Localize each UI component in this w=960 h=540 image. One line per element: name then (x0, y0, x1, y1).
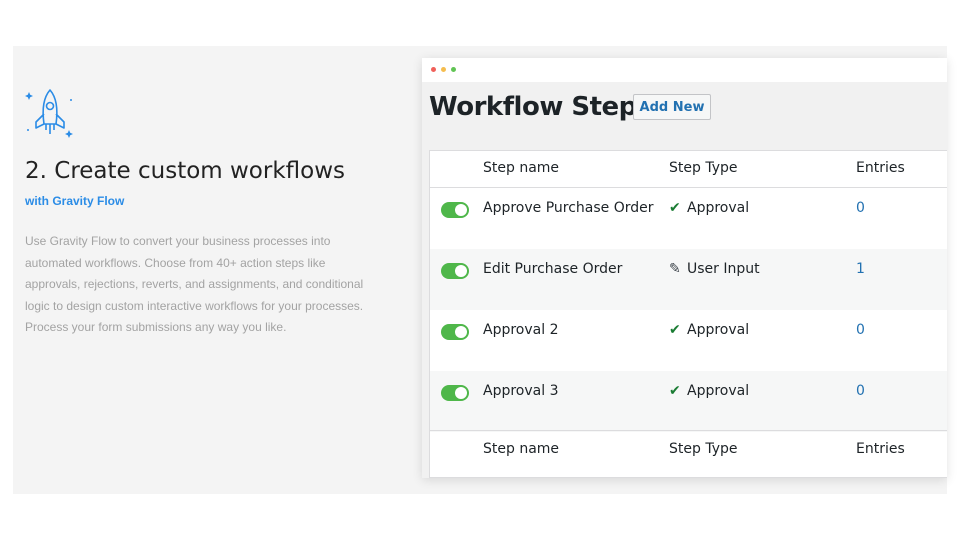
description-line: approvals, rejections, reverts, and assi… (25, 277, 364, 291)
checkmark-icon: ✔ (669, 200, 681, 216)
step-type-label: User Input (687, 261, 760, 277)
column-step-name[interactable]: Step name (483, 160, 559, 176)
step-type: ✔ Approval (669, 383, 749, 399)
column-step-name[interactable]: Step name (483, 441, 559, 457)
section-description: Use Gravity Flow to convert your busines… (25, 231, 415, 339)
table-row: Approval 3 ✔ Approval 0 (430, 371, 947, 432)
minimize-dot[interactable] (441, 67, 446, 72)
section-subheading: with Gravity Flow (25, 194, 125, 208)
entries-count-link[interactable]: 0 (856, 383, 865, 399)
entries-count-link[interactable]: 0 (856, 322, 865, 338)
page-content: Workflow Steps Add New Step name Step Ty… (422, 82, 947, 478)
close-dot[interactable] (431, 67, 436, 72)
table-row: Approval 2 ✔ Approval 0 (430, 310, 947, 371)
step-toggle[interactable] (441, 202, 469, 218)
step-type-label: Approval (687, 322, 750, 338)
description-line: logic to design custom interactive workf… (25, 298, 364, 313)
table-footer: Step name Step Type Entries (430, 430, 947, 471)
step-type-label: Approval (687, 383, 750, 399)
step-name-link[interactable]: Approval 2 (483, 322, 558, 338)
page-title: Workflow Steps (429, 92, 652, 122)
workflow-steps-table: Step name Step Type Entries Approve Purc… (429, 150, 947, 478)
step-toggle[interactable] (441, 263, 469, 279)
step-type: ✎ User Input (669, 261, 760, 277)
column-entries[interactable]: Entries (856, 160, 905, 176)
app-window: Workflow Steps Add New Step name Step Ty… (422, 58, 947, 478)
section-heading: 2. Create custom workflows (25, 158, 346, 184)
table-header: Step name Step Type Entries (430, 151, 947, 188)
step-name-link[interactable]: Approve Purchase Order (483, 200, 654, 216)
step-toggle[interactable] (441, 385, 469, 401)
add-new-button[interactable]: Add New (633, 94, 711, 120)
step-type: ✔ Approval (669, 322, 749, 338)
step-name-link[interactable]: Approval 3 (483, 383, 558, 399)
column-step-type[interactable]: Step Type (669, 441, 737, 457)
step-type: ✔ Approval (669, 200, 749, 216)
description-line: automated workflows. Choose from 40+ act… (25, 255, 326, 270)
checkmark-icon: ✔ (669, 322, 681, 338)
entries-count-link[interactable]: 0 (856, 200, 865, 216)
window-titlebar (422, 58, 947, 82)
step-type-label: Approval (687, 200, 750, 216)
table-row: Approve Purchase Order ✔ Approval 0 (430, 188, 947, 249)
step-name-link[interactable]: Edit Purchase Order (483, 261, 622, 277)
rocket-icon (25, 89, 73, 138)
maximize-dot[interactable] (451, 67, 456, 72)
column-entries[interactable]: Entries (856, 441, 905, 457)
description-line: Use Gravity Flow to convert your busines… (25, 234, 331, 248)
column-step-type[interactable]: Step Type (669, 160, 737, 176)
entries-count-link[interactable]: 1 (856, 261, 865, 277)
table-row: Edit Purchase Order ✎ User Input 1 (430, 249, 947, 310)
checkmark-icon: ✔ (669, 383, 681, 399)
pencil-icon: ✎ (669, 261, 681, 277)
description-line: Process your form submissions any way yo… (25, 320, 287, 334)
step-toggle[interactable] (441, 324, 469, 340)
